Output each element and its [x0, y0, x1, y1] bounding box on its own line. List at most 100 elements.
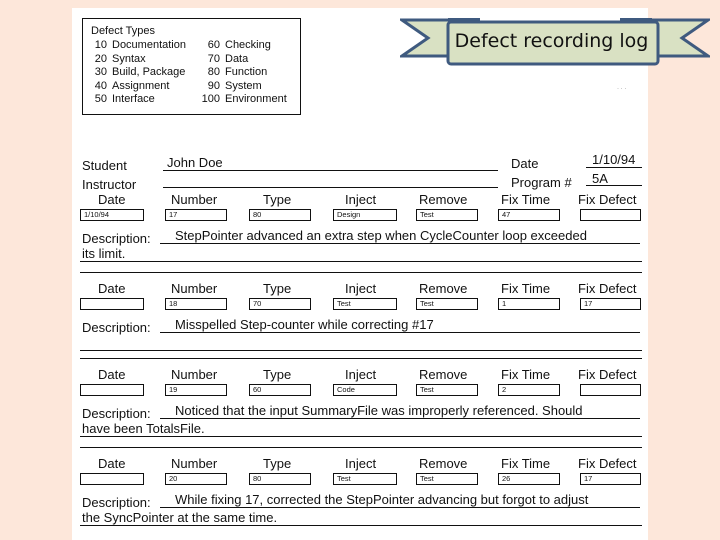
defect-type-item: 50 Interface — [91, 93, 186, 107]
column-header-fix-defect: Fix Defect — [578, 367, 637, 382]
description-label: Description: — [82, 495, 151, 510]
description-underline-2 — [80, 525, 642, 526]
date-line — [586, 167, 642, 168]
field-remove[interactable]: Test — [416, 473, 478, 485]
defect-type-item: 70 Data — [198, 53, 287, 67]
description-line-1: While fixing 17, corrected the StepPoint… — [175, 492, 589, 507]
field-date[interactable] — [80, 384, 144, 396]
scan-artifact: · · · — [617, 86, 627, 92]
banner-title: Defect recording log — [454, 30, 649, 52]
description-underline-1 — [160, 418, 640, 419]
date-value: 1/10/94 — [592, 152, 636, 167]
description-line-2: have been TotalsFile. — [82, 421, 205, 436]
defect-type-code: 70 — [207, 52, 220, 65]
field-type[interactable]: 80 — [249, 473, 311, 485]
field-fix-time[interactable]: 1 — [498, 298, 560, 310]
program-line — [586, 185, 642, 186]
column-header-fix-defect: Fix Defect — [578, 192, 637, 207]
column-header-date: Date — [98, 367, 126, 382]
defect-type-name: Build, Package — [112, 66, 186, 78]
field-date[interactable] — [80, 473, 144, 485]
field-type[interactable]: 70 — [249, 298, 311, 310]
defect-types-left-column: 10 Documentation 20 Syntax 30 Build, Package 4… — [91, 39, 186, 107]
defect-type-code: 30 — [94, 66, 107, 78]
entry-separator — [80, 272, 642, 273]
defect-type-item: 100 Environment — [198, 93, 287, 107]
field-inject[interactable]: Test — [333, 298, 397, 310]
defect-type-name: Checking — [225, 39, 271, 51]
field-fix-defect[interactable] — [580, 209, 641, 221]
defect-type-code: 50 — [94, 93, 107, 105]
field-number[interactable]: 20 — [165, 473, 227, 485]
instructor-line — [163, 187, 498, 188]
field-number[interactable]: 17 — [165, 209, 227, 221]
program-label: Program # — [511, 175, 572, 190]
column-header-inject: Inject — [345, 192, 377, 207]
defect-type-code: 100 — [201, 93, 220, 105]
field-inject[interactable]: Code — [333, 384, 397, 396]
column-header-fix-defect: Fix Defect — [578, 281, 637, 296]
defect-type-name: System — [225, 79, 262, 92]
field-remove[interactable]: Test — [416, 298, 478, 310]
defect-type-name: Assignment — [112, 79, 170, 92]
field-date[interactable]: 1/10/94 — [80, 209, 144, 221]
defect-type-item: 60 Checking — [198, 39, 287, 53]
column-header-number: Number — [171, 367, 218, 382]
defect-type-item: 40 Assignment — [91, 80, 186, 94]
program-value: 5A — [592, 171, 608, 186]
column-header-remove: Remove — [419, 367, 468, 382]
field-number[interactable]: 19 — [165, 384, 227, 396]
field-remove[interactable]: Test — [416, 209, 478, 221]
defect-type-code: 80 — [207, 66, 220, 78]
field-number[interactable]: 18 — [165, 298, 227, 310]
field-fix-defect[interactable]: 17 — [580, 298, 641, 310]
column-header-fix-defect: Fix Defect — [578, 456, 637, 471]
column-header-fix-time: Fix Time — [501, 367, 551, 382]
column-header-type: Type — [263, 281, 292, 296]
defect-type-name: Syntax — [112, 52, 146, 65]
defect-type-name: Function — [225, 66, 268, 78]
field-fix-time[interactable]: 26 — [498, 473, 560, 485]
defect-type-item: 80 Function — [198, 66, 287, 80]
field-fix-defect[interactable] — [580, 384, 641, 396]
defect-type-code: 10 — [94, 39, 107, 51]
defect-type-item: 30 Build, Package — [91, 66, 186, 80]
column-header-type: Type — [263, 456, 292, 471]
defect-types-right-column: 60 Checking 70 Data 80 Function 90 System 100 Env… — [198, 39, 287, 107]
field-fix-time[interactable]: 2 — [498, 384, 560, 396]
column-header-date: Date — [98, 192, 126, 207]
column-header-inject: Inject — [345, 281, 377, 296]
field-type[interactable]: 80 — [249, 209, 311, 221]
column-header-fix-time: Fix Time — [501, 281, 551, 296]
column-header-fix-time: Fix Time — [501, 456, 551, 471]
student-value: John Doe — [167, 155, 223, 170]
description-underline-2 — [80, 261, 642, 262]
field-inject[interactable]: Design — [333, 209, 397, 221]
description-underline-2 — [80, 350, 642, 351]
instructor-label: Instructor — [82, 177, 137, 192]
defect-type-code: 90 — [207, 79, 220, 92]
defect-type-item: 20 Syntax — [91, 53, 186, 67]
column-header-type: Type — [263, 192, 292, 207]
column-header-date: Date — [98, 281, 126, 296]
column-header-type: Type — [263, 367, 292, 382]
description-line-2: its limit. — [82, 246, 126, 261]
field-remove[interactable]: Test — [416, 384, 478, 396]
column-header-inject: Inject — [345, 456, 377, 471]
description-underline-2 — [80, 436, 642, 437]
column-header-number: Number — [171, 192, 218, 207]
field-date[interactable] — [80, 298, 144, 310]
field-type[interactable]: 60 — [249, 384, 311, 396]
defect-type-name: Documentation — [112, 39, 186, 51]
entry-separator — [80, 358, 642, 359]
field-fix-defect[interactable]: 17 — [580, 473, 641, 485]
field-inject[interactable]: Test — [333, 473, 397, 485]
description-label: Description: — [82, 406, 151, 421]
column-header-inject: Inject — [345, 367, 377, 382]
field-fix-time[interactable]: 47 — [498, 209, 560, 221]
defect-types-title: Defect Types — [91, 25, 155, 37]
description-line-2: the SyncPointer at the same time. — [82, 510, 278, 525]
column-header-remove: Remove — [419, 456, 468, 471]
description-label: Description: — [82, 231, 151, 246]
student-label: Student — [82, 158, 127, 173]
